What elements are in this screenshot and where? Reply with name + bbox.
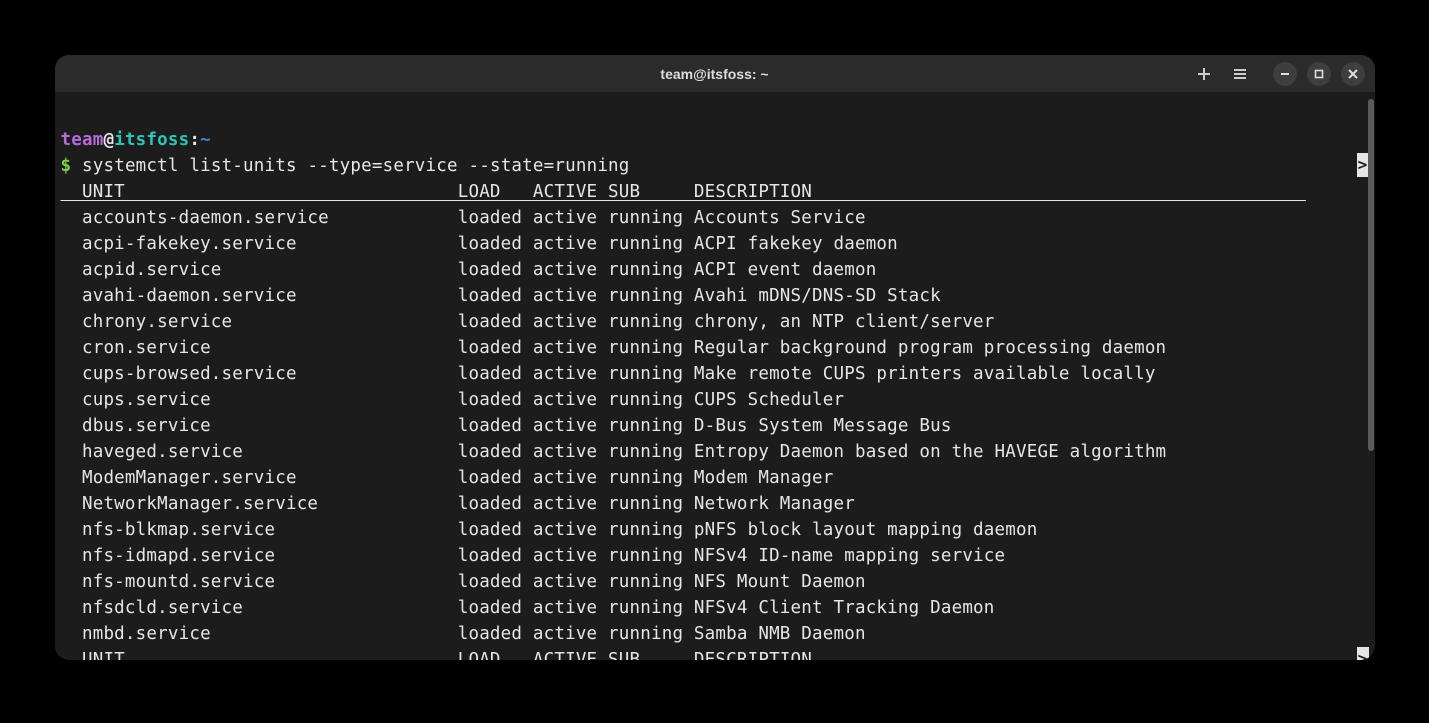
prompt-user: team — [61, 130, 104, 150]
service-row: nmbd.service loaded active running Samba… — [61, 621, 1369, 647]
service-row: accounts-daemon.service loaded active ru… — [61, 205, 1369, 231]
titlebar-controls — [1195, 62, 1365, 86]
terminal-window: team@itsfoss: ~ team@itsfoss:~ $ sys — [55, 55, 1375, 660]
service-row: cups.service loaded active running CUPS … — [61, 387, 1369, 413]
scrollbar[interactable] — [1367, 93, 1375, 660]
new-tab-icon[interactable] — [1195, 65, 1213, 83]
prompt-at: @ — [103, 130, 114, 150]
service-row: acpi-fakekey.service loaded active runni… — [61, 231, 1369, 257]
service-row: NetworkManager.service loaded active run… — [61, 491, 1369, 517]
scrollbar-thumb[interactable] — [1368, 99, 1374, 451]
prompt-colon: : — [189, 130, 200, 150]
service-row: chrony.service loaded active running chr… — [61, 309, 1369, 335]
prompt-symbol: $ — [61, 156, 72, 176]
prompt-path: ~ — [200, 130, 211, 150]
service-row: acpid.service loaded active running ACPI… — [61, 257, 1369, 283]
terminal-output[interactable]: team@itsfoss:~ $ systemctl list-units --… — [55, 93, 1375, 660]
window-title: team@itsfoss: ~ — [660, 66, 768, 82]
window-buttons — [1273, 62, 1365, 86]
service-row: nfs-mountd.service loaded active running… — [61, 569, 1369, 595]
service-row: cron.service loaded active running Regul… — [61, 335, 1369, 361]
prompt-line: team@itsfoss:~ — [61, 130, 211, 150]
service-row: avahi-daemon.service loaded active runni… — [61, 283, 1369, 309]
titlebar: team@itsfoss: ~ — [55, 55, 1375, 93]
minimize-button[interactable] — [1273, 62, 1297, 86]
maximize-button[interactable] — [1307, 62, 1331, 86]
column-header-row: UNIT LOAD ACTIVE SUB DESCRIPTION — [61, 179, 1369, 205]
service-row: ModemManager.service loaded active runni… — [61, 465, 1369, 491]
service-row: nfsdcld.service loaded active running NF… — [61, 595, 1369, 621]
service-row: dbus.service loaded active running D-Bus… — [61, 413, 1369, 439]
service-row: nfs-idmapd.service loaded active running… — [61, 543, 1369, 569]
service-row: nfs-blkmap.service loaded active running… — [61, 517, 1369, 543]
prompt-host: itsfoss — [114, 130, 189, 150]
hamburger-menu-icon[interactable] — [1231, 65, 1249, 83]
service-row: cups-browsed.service loaded active runni… — [61, 361, 1369, 387]
close-button[interactable] — [1341, 62, 1365, 86]
service-row: haveged.service loaded active running En… — [61, 439, 1369, 465]
service-rows: accounts-daemon.service loaded active ru… — [61, 205, 1369, 647]
command-text: systemctl list-units --type=service --st… — [82, 156, 630, 176]
column-header-row-repeat: UNIT LOAD ACTIVE SUB DESCRIPTION — [61, 647, 1369, 660]
